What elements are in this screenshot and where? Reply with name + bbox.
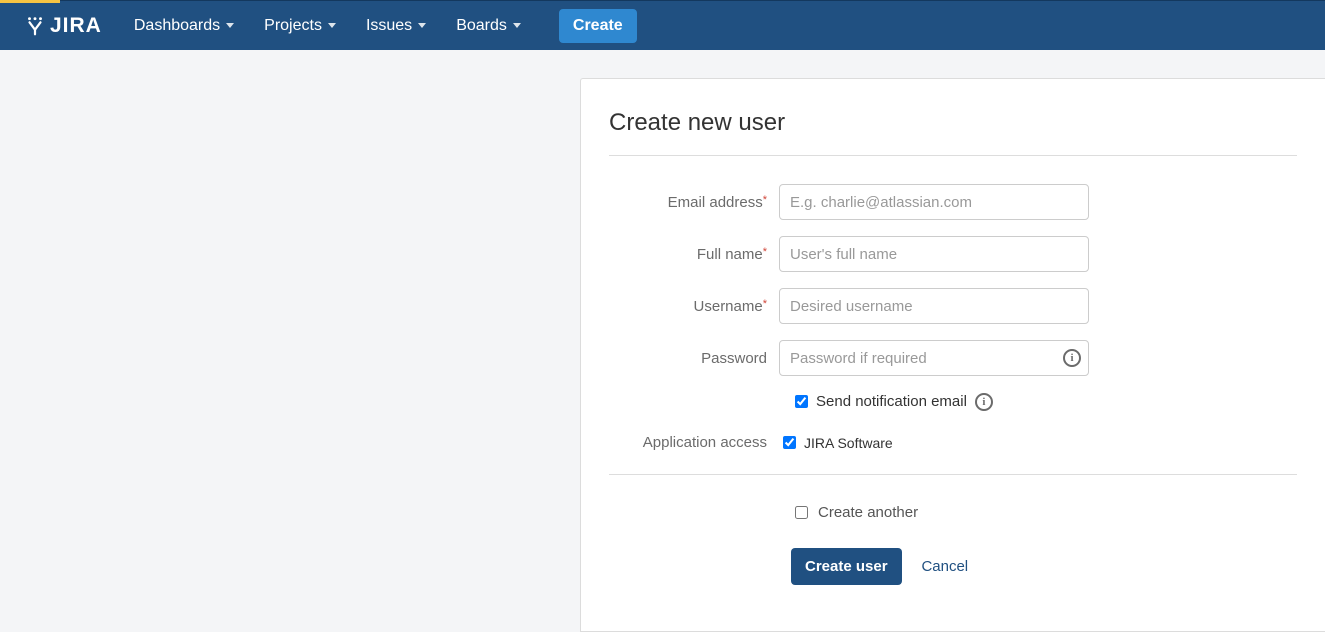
jira-software-label[interactable]: JIRA Software xyxy=(804,435,893,451)
info-icon[interactable]: i xyxy=(975,393,993,411)
password-label: Password xyxy=(609,350,779,367)
send-notification-checkbox[interactable] xyxy=(795,395,808,408)
jira-logo[interactable]: JIRA xyxy=(24,14,102,38)
required-asterisk: * xyxy=(763,298,767,310)
fullname-label: Full name* xyxy=(609,246,779,263)
nav-dashboards-label: Dashboards xyxy=(134,17,220,35)
chevron-down-icon xyxy=(418,23,426,28)
row-app-access: Application access JIRA Software xyxy=(609,433,1297,452)
create-another-checkbox[interactable] xyxy=(795,506,808,519)
row-send-notification: Send notification email i xyxy=(791,392,1297,411)
jira-logo-text: JIRA xyxy=(50,14,102,38)
nav-boards-label: Boards xyxy=(456,17,507,35)
nav-projects[interactable]: Projects xyxy=(254,11,346,41)
fullname-input[interactable] xyxy=(779,236,1089,272)
send-notification-label[interactable]: Send notification email xyxy=(816,393,967,410)
email-input[interactable] xyxy=(779,184,1089,220)
app-access-label: Application access xyxy=(609,434,779,451)
create-button-label: Create xyxy=(573,17,623,34)
nav-dashboards[interactable]: Dashboards xyxy=(124,11,244,41)
email-label: Email address* xyxy=(609,194,779,211)
row-fullname: Full name* xyxy=(609,236,1297,272)
divider xyxy=(609,155,1297,156)
cancel-link[interactable]: Cancel xyxy=(921,558,968,575)
chevron-down-icon xyxy=(513,23,521,28)
required-asterisk: * xyxy=(763,194,767,206)
top-navbar: JIRA Dashboards Projects Issues Boards C… xyxy=(0,0,1325,50)
username-input[interactable] xyxy=(779,288,1089,324)
password-input[interactable] xyxy=(779,340,1089,376)
nav-boards[interactable]: Boards xyxy=(446,11,531,41)
row-username: Username* xyxy=(609,288,1297,324)
form-actions: Create another Create user Cancel xyxy=(791,503,1297,585)
info-icon[interactable]: i xyxy=(1063,349,1081,367)
username-label: Username* xyxy=(609,298,779,315)
row-password: Password i xyxy=(609,340,1297,376)
required-asterisk: * xyxy=(763,246,767,258)
create-user-button-label: Create user xyxy=(805,558,888,575)
row-email: Email address* xyxy=(609,184,1297,220)
loading-indicator xyxy=(0,0,60,3)
nav-issues-label: Issues xyxy=(366,17,412,35)
row-create-another: Create another xyxy=(791,503,1297,522)
create-user-panel: Create new user Email address* Full name… xyxy=(580,78,1325,632)
jira-software-checkbox[interactable] xyxy=(783,436,796,449)
create-user-button[interactable]: Create user xyxy=(791,548,902,585)
panel-title: Create new user xyxy=(609,109,1297,137)
nav-items: Dashboards Projects Issues Boards Create xyxy=(124,9,637,43)
divider xyxy=(609,474,1297,475)
nav-projects-label: Projects xyxy=(264,17,322,35)
jira-logo-icon xyxy=(24,15,46,37)
nav-issues[interactable]: Issues xyxy=(356,11,436,41)
chevron-down-icon xyxy=(328,23,336,28)
create-another-label[interactable]: Create another xyxy=(818,504,918,521)
chevron-down-icon xyxy=(226,23,234,28)
create-button[interactable]: Create xyxy=(559,9,637,43)
